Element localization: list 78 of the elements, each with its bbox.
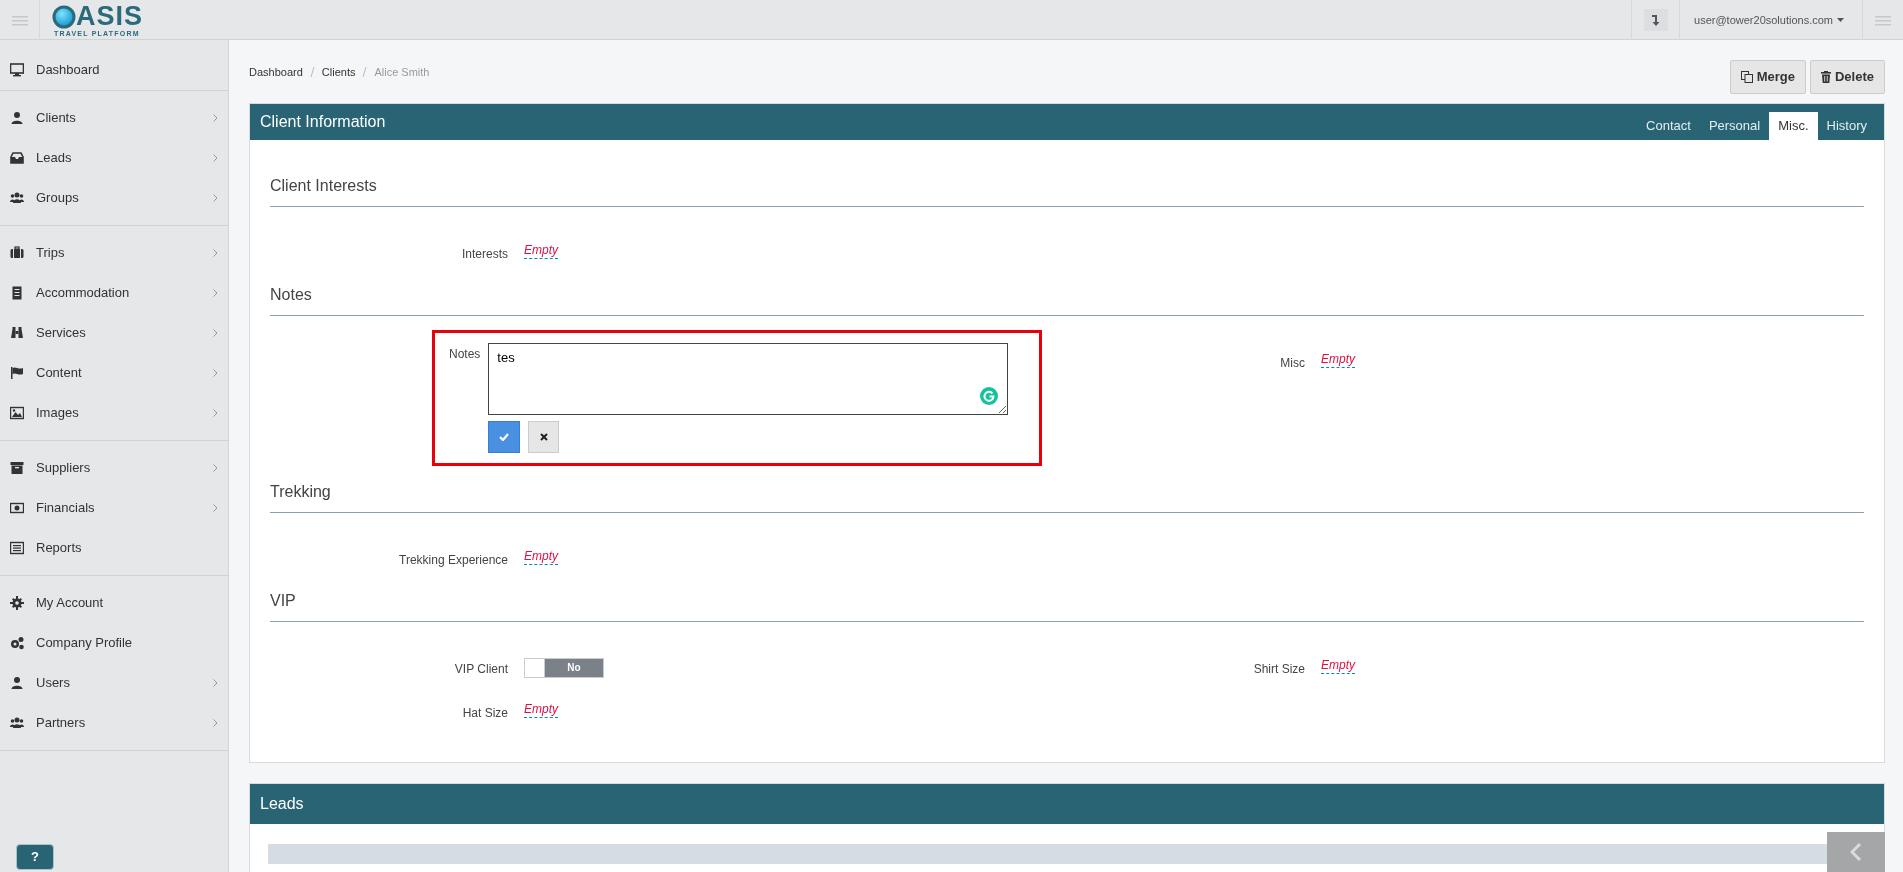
- inbox-icon: [10, 151, 24, 165]
- people-icon: [10, 716, 24, 730]
- person-icon: [10, 111, 24, 125]
- money-icon: [10, 501, 24, 515]
- section-heading: Notes: [270, 269, 1864, 316]
- sidebar-item[interactable]: Dashboard: [0, 50, 228, 90]
- save-button[interactable]: [488, 421, 521, 453]
- breadcrumb-separator-icon: [309, 67, 315, 77]
- monitor-icon: [10, 63, 24, 77]
- sidebar-item[interactable]: Reports: [0, 528, 228, 568]
- breadcrumb-separator-icon: [362, 67, 368, 77]
- empty-value-link[interactable]: Empty: [524, 549, 558, 565]
- sidebar-item[interactable]: Trips: [0, 233, 228, 273]
- image-icon: [10, 406, 24, 420]
- field-label: VIP Client: [453, 661, 509, 678]
- gears-icon: [10, 636, 24, 650]
- merge-button[interactable]: Merge: [1729, 60, 1806, 94]
- cancel-button[interactable]: [528, 421, 560, 453]
- empty-value-link[interactable]: Empty: [524, 702, 558, 718]
- check-icon: [499, 433, 510, 441]
- field-label: Misc: [1279, 355, 1306, 372]
- caret-icon: [1837, 18, 1844, 22]
- panel-title: Client Information: [260, 112, 387, 132]
- globe-icon: [52, 4, 76, 29]
- arrow-down-icon: [1651, 14, 1660, 26]
- list-icon: [10, 541, 24, 555]
- close-icon: [539, 433, 548, 441]
- breadcrumb-link[interactable]: Clients: [321, 63, 356, 81]
- download-button[interactable]: [1643, 9, 1668, 31]
- sidebar-item[interactable]: Suppliers: [0, 448, 228, 488]
- sidebar-item[interactable]: Accommodation: [0, 273, 228, 313]
- sidebar-item[interactable]: Users: [0, 663, 228, 703]
- tab[interactable]: Personal: [1699, 112, 1770, 140]
- field-label: Notes: [449, 346, 482, 363]
- tab[interactable]: Contact: [1637, 112, 1700, 140]
- tab[interactable]: Misc.: [1769, 112, 1818, 140]
- field-label: Interests: [460, 246, 509, 263]
- sidebar-item[interactable]: Company Profile: [0, 623, 228, 663]
- breadcrumb-current: Alice Smith: [374, 64, 430, 80]
- empty-value-link[interactable]: Empty: [1321, 658, 1355, 674]
- field-label: Hat Size: [461, 705, 509, 722]
- sidebar-item[interactable]: Images: [0, 393, 228, 433]
- sidebar-item[interactable]: Clients: [0, 98, 228, 138]
- empty-value-link[interactable]: Empty: [1321, 352, 1355, 368]
- flag-icon: [10, 366, 24, 380]
- trash-icon: [1820, 70, 1831, 83]
- copy-icon: [1740, 70, 1753, 83]
- gear-icon: [10, 596, 24, 610]
- grammar-check-icon: [980, 387, 999, 405]
- empty-value-link[interactable]: Empty: [524, 243, 558, 259]
- sidebar-item[interactable]: Groups: [0, 178, 228, 218]
- leads-panel-title: Leads: [250, 784, 1884, 824]
- field-label: Trekking Experience: [398, 552, 509, 569]
- section-heading: Trekking: [270, 466, 1864, 513]
- sidebar-item[interactable]: Content: [0, 353, 228, 393]
- breadcrumb-link[interactable]: Dashboard: [249, 63, 303, 81]
- delete-button[interactable]: Delete: [1809, 60, 1885, 94]
- binoculars-icon: [10, 326, 24, 340]
- toggle-switch[interactable]: No: [524, 658, 604, 678]
- person-icon: [10, 676, 24, 690]
- sidebar-item[interactable]: Partners: [0, 703, 228, 743]
- section-heading: VIP: [270, 575, 1864, 622]
- suitcase-icon: [10, 246, 24, 260]
- sidebar-item[interactable]: My Account: [0, 583, 228, 623]
- notes-textarea[interactable]: tes: [488, 343, 1009, 415]
- people-icon: [10, 191, 24, 205]
- chevron-left-icon: [1850, 843, 1862, 861]
- tab[interactable]: History: [1817, 112, 1876, 140]
- field-label: Shirt Size: [1252, 661, 1306, 678]
- logo-text: ASIS: [76, 3, 144, 30]
- help-button[interactable]: ?: [16, 844, 54, 870]
- sidebar-item[interactable]: Leads: [0, 138, 228, 178]
- sidebar-item[interactable]: Financials: [0, 488, 228, 528]
- section-heading: Client Interests: [270, 140, 1864, 207]
- building-icon: [10, 286, 24, 300]
- archive-icon: [10, 461, 24, 475]
- user-menu[interactable]: user@tower20solutions.com: [1694, 11, 1844, 29]
- sidebar-item[interactable]: Services: [0, 313, 228, 353]
